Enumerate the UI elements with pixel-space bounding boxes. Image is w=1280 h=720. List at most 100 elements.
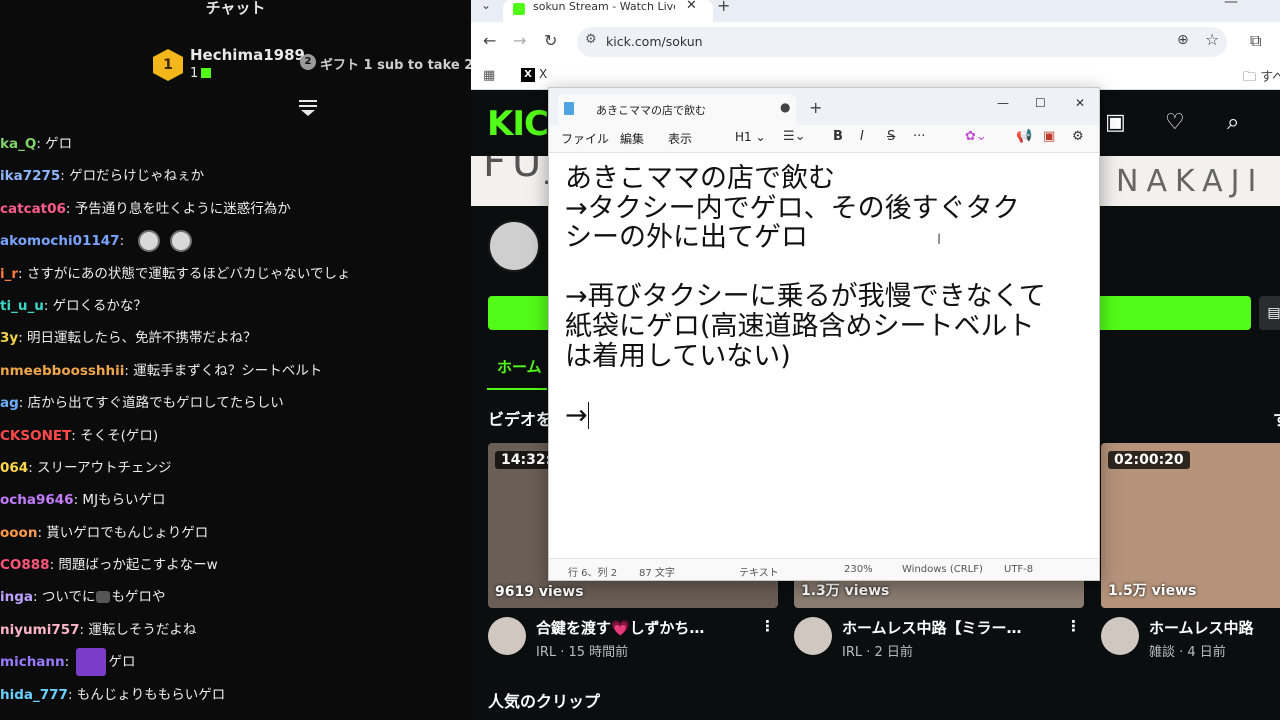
apps-grid-icon[interactable]: ▦ — [483, 68, 495, 83]
bold-icon[interactable]: B — [833, 129, 843, 144]
avatar[interactable] — [488, 617, 526, 655]
chat-username[interactable]: niyumi757 — [0, 622, 80, 638]
search-icon[interactable]: ⌕ — [1227, 110, 1239, 135]
tab-search-chevron-icon[interactable]: ⌄ — [481, 0, 491, 12]
chat-text: もゲロや — [111, 589, 166, 606]
close-icon[interactable]: ✕ — [1075, 96, 1085, 110]
new-tab-icon[interactable]: + — [809, 98, 822, 117]
notepad-line-text: →タクシー内でゲロ、その後すぐタク — [565, 192, 1020, 224]
kebab-menu-icon[interactable]: ⋮ — [760, 617, 775, 635]
video-meta: IRL · 15 時間前 — [536, 645, 629, 660]
unsaved-dot-icon[interactable]: ● — [780, 100, 790, 114]
menu-view[interactable]: 表示 — [668, 130, 692, 147]
chat-username[interactable]: ti_u_u — [0, 298, 44, 314]
bookmark-star-icon[interactable]: ☆ — [1205, 30, 1219, 49]
notepad-text-area[interactable]: あきこママの店で飲む →タクシー内でゲロ、その後すぐタク シーの外に出てゲロ →再びタ… — [565, 164, 1095, 431]
strikethrough-icon[interactable]: S — [887, 129, 895, 144]
chat-message: inga: ついでに もゲロや — [0, 581, 471, 613]
list-format-icon[interactable]: ☰⌄ — [783, 129, 806, 144]
gift-count: 1 — [190, 66, 212, 81]
all-bookmarks-folder[interactable]: 🗀 すべ — [1243, 66, 1280, 90]
video-title[interactable]: ホームレス中路【ミラー… — [842, 617, 1042, 638]
chat-username[interactable]: catcat06 — [0, 201, 66, 217]
kick-logo[interactable]: KIC — [487, 104, 549, 144]
settings-gear-icon[interactable]: ⚙ — [1072, 129, 1084, 144]
user-avatar-emote-icon — [76, 648, 107, 677]
url-text[interactable]: kick.com/sokun — [606, 34, 703, 49]
show-more-link[interactable]: す — [1273, 406, 1280, 430]
chat-text: 貰いゲロでもんじょりゲロ — [46, 524, 209, 541]
bookmark-x[interactable]: X — [539, 67, 547, 81]
menu-file[interactable]: ファイル — [561, 130, 609, 147]
italic-icon[interactable]: I — [860, 129, 864, 144]
tab-kick[interactable]: sokun Stream - Watch Live on Kick ✕ — [503, 0, 713, 22]
chat-username[interactable]: ocha9646 — [0, 492, 74, 508]
chat-username[interactable]: 064 — [0, 460, 28, 476]
avatar[interactable] — [794, 617, 832, 655]
minimize-icon[interactable]: — — [1224, 0, 1238, 10]
kebab-menu-icon[interactable]: ⋮ — [1066, 617, 1081, 635]
notepad-line: シーの外に出てゲロ — [565, 223, 1095, 253]
video-title[interactable]: ホームレス中路 — [1149, 617, 1280, 638]
chat-text: 問題ばっか起こすよなーw — [58, 557, 218, 574]
chat-username[interactable]: michann — [0, 654, 65, 670]
app-badge-icon[interactable]: ▣ — [1043, 129, 1055, 144]
reload-icon[interactable]: ↻ — [544, 31, 557, 50]
chat-username[interactable]: ika7275 — [0, 168, 60, 184]
forward-icon[interactable]: → — [513, 31, 526, 50]
notepad-line: → — [565, 400, 1095, 431]
zoom-level[interactable]: 230% — [844, 564, 873, 575]
notepad-line — [565, 371, 1095, 401]
menu-edit[interactable]: 編集 — [620, 130, 644, 147]
encoding[interactable]: UTF-8 — [1004, 564, 1033, 575]
announce-icon[interactable]: 📢 — [1016, 129, 1032, 144]
chat-username[interactable]: ka_Q — [0, 136, 36, 152]
x-logo-icon[interactable]: X — [521, 68, 535, 82]
back-icon[interactable]: ← — [483, 31, 496, 50]
chat-username[interactable]: CKSONET — [0, 428, 71, 444]
chat-username[interactable]: nmeebboosshhii — [0, 363, 124, 379]
zoom-icon[interactable]: ⊕ — [1177, 32, 1189, 48]
chat-message: catcat06: 予告通り息を吐くように迷惑行為か — [0, 193, 471, 225]
address-bar[interactable]: ⚙ kick.com/sokun ⊕ ☆ — [577, 27, 1227, 57]
chat-username[interactable]: CO888 — [0, 557, 50, 573]
minimize-icon[interactable]: — — [997, 96, 1009, 110]
collapse-pinned-icon[interactable] — [299, 100, 317, 116]
extensions-icon[interactable]: ⧉ — [1250, 31, 1261, 51]
line-ending[interactable]: Windows (CRLF) — [902, 564, 983, 575]
gift-leaderboard[interactable]: 1 Hechima1989 1 2 ギフト 1 sub to take 2th — [150, 44, 471, 84]
new-tab-icon[interactable]: + — [717, 0, 730, 15]
chat-text: ついでに — [41, 589, 96, 606]
site-info-icon[interactable]: ⚙ — [585, 32, 597, 47]
chat-panel: チャット 1 Hechima1989 1 2 ギフト 1 sub to take… — [0, 0, 471, 720]
copilot-icon[interactable]: ✿⌄ — [965, 129, 987, 144]
gift-user[interactable]: Hechima1989 — [190, 46, 305, 64]
maximize-icon[interactable]: ☐ — [1035, 96, 1046, 110]
chat-username[interactable]: hida_777 — [0, 687, 68, 703]
text-cursor-icon: I — [937, 232, 942, 248]
chat-username[interactable]: inga — [0, 589, 33, 605]
notepad-tab[interactable]: あきこママの店で飲む ● — [558, 94, 796, 125]
chat-username[interactable]: ag — [0, 395, 19, 411]
tab-home[interactable]: ホーム — [497, 356, 542, 377]
avatar[interactable] — [1101, 617, 1139, 655]
folder-icon: 🗀 — [1243, 70, 1257, 85]
chat-username[interactable]: akomochi01147 — [0, 233, 120, 249]
channel-avatar[interactable] — [488, 220, 540, 272]
more-format-icon[interactable]: ··· — [913, 129, 925, 144]
heart-icon[interactable]: ♡ — [1165, 110, 1185, 135]
gift-bar-icon — [201, 68, 212, 78]
library-icon[interactable]: ▣ — [1105, 110, 1126, 135]
tab-close-icon[interactable]: ✕ — [686, 0, 697, 13]
chat-username[interactable]: 3y — [0, 330, 18, 346]
heading-style-dropdown[interactable]: H1 ⌄ — [735, 130, 766, 144]
more-options-icon[interactable]: ▤ — [1259, 296, 1280, 330]
video-thumbnail[interactable]: 02:00:20 1.5万 views — [1101, 443, 1280, 608]
video-title[interactable]: 合鍵を渡す💗しずかち… — [536, 617, 736, 638]
chat-text: 明日運転したら、免許不携帯だよね？ — [27, 330, 257, 347]
chat-username[interactable]: ooon — [0, 525, 37, 541]
format-status[interactable]: テキスト — [739, 564, 779, 579]
chat-username[interactable]: i_r — [0, 266, 18, 282]
chat-message: CKSONET: そくそ(ゲロ) — [0, 420, 471, 452]
chat-message: ag: 店から出てすぐ道路でもゲロしてたらしい — [0, 387, 471, 419]
